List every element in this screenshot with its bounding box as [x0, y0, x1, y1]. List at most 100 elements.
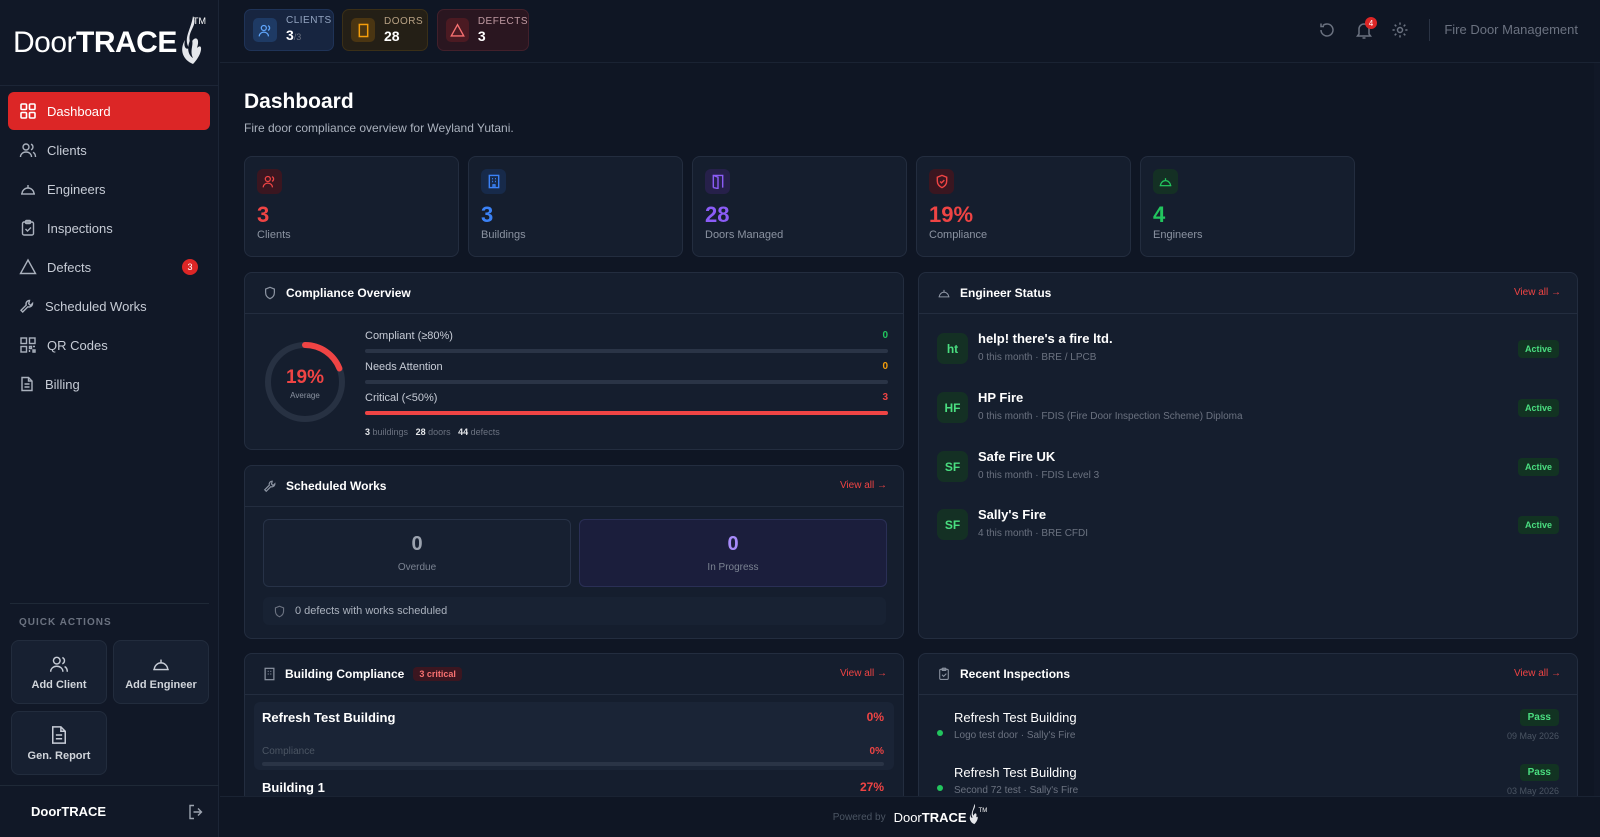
status-badge: Pass — [1519, 764, 1559, 781]
divider — [10, 603, 209, 604]
engineer-row[interactable]: ht help! there's a fire ltd. 0 this mont… — [937, 325, 1559, 375]
average-compliance-label: Average — [290, 391, 320, 400]
brand-logo[interactable]: DoorTRACE TM — [0, 0, 218, 86]
users-icon — [257, 169, 282, 194]
users-icon — [19, 143, 37, 158]
powered-by-label: Powered by — [832, 811, 886, 823]
topbar: CLIENTS 3/3 DOORS 28 DEFECTS 3 4 Fire Do… — [220, 0, 1600, 63]
inspection-meta: Logo test door · Sally's Fire — [954, 730, 1076, 741]
doors-chip[interactable]: DOORS 28 — [342, 9, 428, 51]
generate-report-button[interactable]: Gen. Report — [11, 711, 107, 775]
panel-header: Scheduled Works View all → — [245, 466, 903, 507]
nav-label: Dashboard — [47, 103, 111, 119]
shield-icon — [265, 286, 275, 300]
file-text-icon — [21, 376, 33, 392]
status-badge: Active — [1517, 399, 1559, 417]
stat-value: 3 — [481, 202, 494, 227]
view-all-link[interactable]: View all → — [840, 480, 887, 491]
nav-item-inspections[interactable]: Inspections — [8, 209, 210, 247]
engineer-name: help! there's a fire ltd. — [978, 331, 1113, 346]
nav-item-dashboard[interactable]: Dashboard — [8, 92, 210, 130]
building-name: Refresh Test Building — [262, 710, 396, 725]
engineer-row[interactable]: HF HP Fire 0 this month · FDIS (Fire Doo… — [937, 384, 1559, 434]
clients-chip[interactable]: CLIENTS 3/3 — [244, 9, 334, 51]
building-row[interactable]: Refresh Test Building 0% Compliance 0% — [254, 702, 894, 770]
nav-label: Scheduled Works — [45, 298, 147, 314]
warning-triangle-icon — [19, 258, 37, 275]
stat-card-clients[interactable]: 3 Clients — [244, 156, 459, 257]
stat-card-doors[interactable]: 28 Doors Managed — [692, 156, 907, 257]
compliance-overview-panel: Compliance Overview 19% Average Complian… — [244, 272, 904, 450]
wrench-icon — [263, 480, 276, 493]
quick-actions-title: QUICK ACTIONS — [19, 617, 112, 628]
view-all-link[interactable]: View all → — [840, 668, 887, 679]
sidebar: DoorTRACE TM Dashboard Clients Engineers… — [0, 0, 219, 837]
engineer-meta: 0 this month · FDIS (Fire Door Inspectio… — [978, 411, 1243, 422]
settings-gear-icon[interactable] — [1391, 21, 1409, 39]
engineer-meta: 0 this month · FDIS Level 3 — [978, 470, 1100, 481]
progress-track — [262, 762, 884, 766]
chip-label: DOORS — [384, 16, 424, 27]
engineer-row[interactable]: SF Safe Fire UK 0 this month · FDIS Leve… — [937, 443, 1559, 493]
stat-caption: Buildings — [481, 229, 526, 241]
avatar: SF — [937, 451, 968, 482]
scheduled-defects-summary: 0 defects with works scheduled — [263, 597, 886, 625]
progress-track — [365, 411, 888, 415]
building-compliance-pct: 0% — [866, 710, 884, 724]
building-icon — [264, 667, 275, 681]
notifications-bell-icon[interactable]: 4 — [1355, 17, 1377, 40]
panel-title: Recent Inspections — [960, 667, 1071, 681]
page-scrollbar[interactable] — [1594, 63, 1600, 796]
row-value: 0 — [882, 361, 888, 372]
add-engineer-button[interactable]: Add Engineer — [113, 640, 209, 704]
stat-card-compliance[interactable]: 19% Compliance — [916, 156, 1131, 257]
divider — [1429, 19, 1430, 41]
users-icon — [253, 18, 277, 42]
row-value: 3 — [882, 392, 888, 403]
recent-inspections-panel: Recent Inspections View all → Refresh Te… — [918, 653, 1578, 803]
stat-card-buildings[interactable]: 3 Buildings — [468, 156, 683, 257]
nav-item-defects[interactable]: Defects 3 — [8, 248, 210, 286]
door-open-icon — [705, 169, 730, 194]
inspection-row[interactable]: Refresh Test Building Logo test door · S… — [937, 704, 1559, 756]
panel-header: Recent Inspections View all → — [919, 654, 1577, 695]
hard-hat-icon — [938, 289, 950, 298]
status-badge: Pass — [1519, 709, 1559, 726]
overdue-label: Overdue — [397, 562, 437, 573]
nav-item-qr-codes[interactable]: QR Codes — [8, 326, 210, 364]
inspection-date: 09 May 2026 — [1506, 731, 1559, 741]
button-label: Add Engineer — [125, 678, 197, 691]
inspection-date: 03 May 2026 — [1506, 786, 1559, 796]
refresh-icon[interactable] — [1318, 21, 1336, 39]
progress-fill — [365, 411, 888, 415]
logout-icon[interactable] — [187, 803, 205, 821]
warning-triangle-icon — [446, 18, 469, 42]
nav-item-billing[interactable]: Billing — [8, 365, 210, 403]
nav-label: Billing — [45, 376, 80, 392]
inspection-building: Refresh Test Building — [954, 710, 1077, 725]
view-all-link[interactable]: View all → — [1514, 287, 1561, 298]
overdue-count: 0 — [411, 533, 423, 555]
building-compliance-panel: Building Compliance 3 critical View all … — [244, 653, 904, 803]
building-icon — [481, 169, 506, 194]
progress-track — [365, 349, 888, 353]
nav-item-engineers[interactable]: Engineers — [8, 170, 210, 208]
add-client-button[interactable]: Add Client — [11, 640, 107, 704]
overdue-box[interactable]: 0 Overdue — [263, 519, 571, 587]
nav-item-scheduled-works[interactable]: Scheduled Works — [8, 287, 210, 325]
critical-row: Critical (<50%) 3 — [365, 392, 888, 415]
in-progress-box[interactable]: 0 In Progress — [579, 519, 887, 587]
defects-chip[interactable]: DEFECTS 3 — [437, 9, 529, 51]
nav-item-clients[interactable]: Clients — [8, 131, 210, 169]
in-progress-count: 0 — [727, 533, 739, 555]
button-label: Gen. Report — [27, 749, 91, 762]
footer-logo: DoorTRACE — [893, 809, 967, 825]
engineer-row[interactable]: SF Sally's Fire 4 this month · BRE CFDI … — [937, 501, 1559, 551]
panel-title: Building Compliance — [285, 667, 405, 681]
status-badge: Active — [1517, 516, 1559, 534]
needs-attention-row: Needs Attention 0 — [365, 361, 888, 384]
stat-card-engineers[interactable]: 4 Engineers — [1140, 156, 1355, 257]
status-badge: Active — [1517, 340, 1559, 358]
nav-label: Defects — [47, 259, 92, 275]
view-all-link[interactable]: View all → — [1514, 668, 1561, 679]
